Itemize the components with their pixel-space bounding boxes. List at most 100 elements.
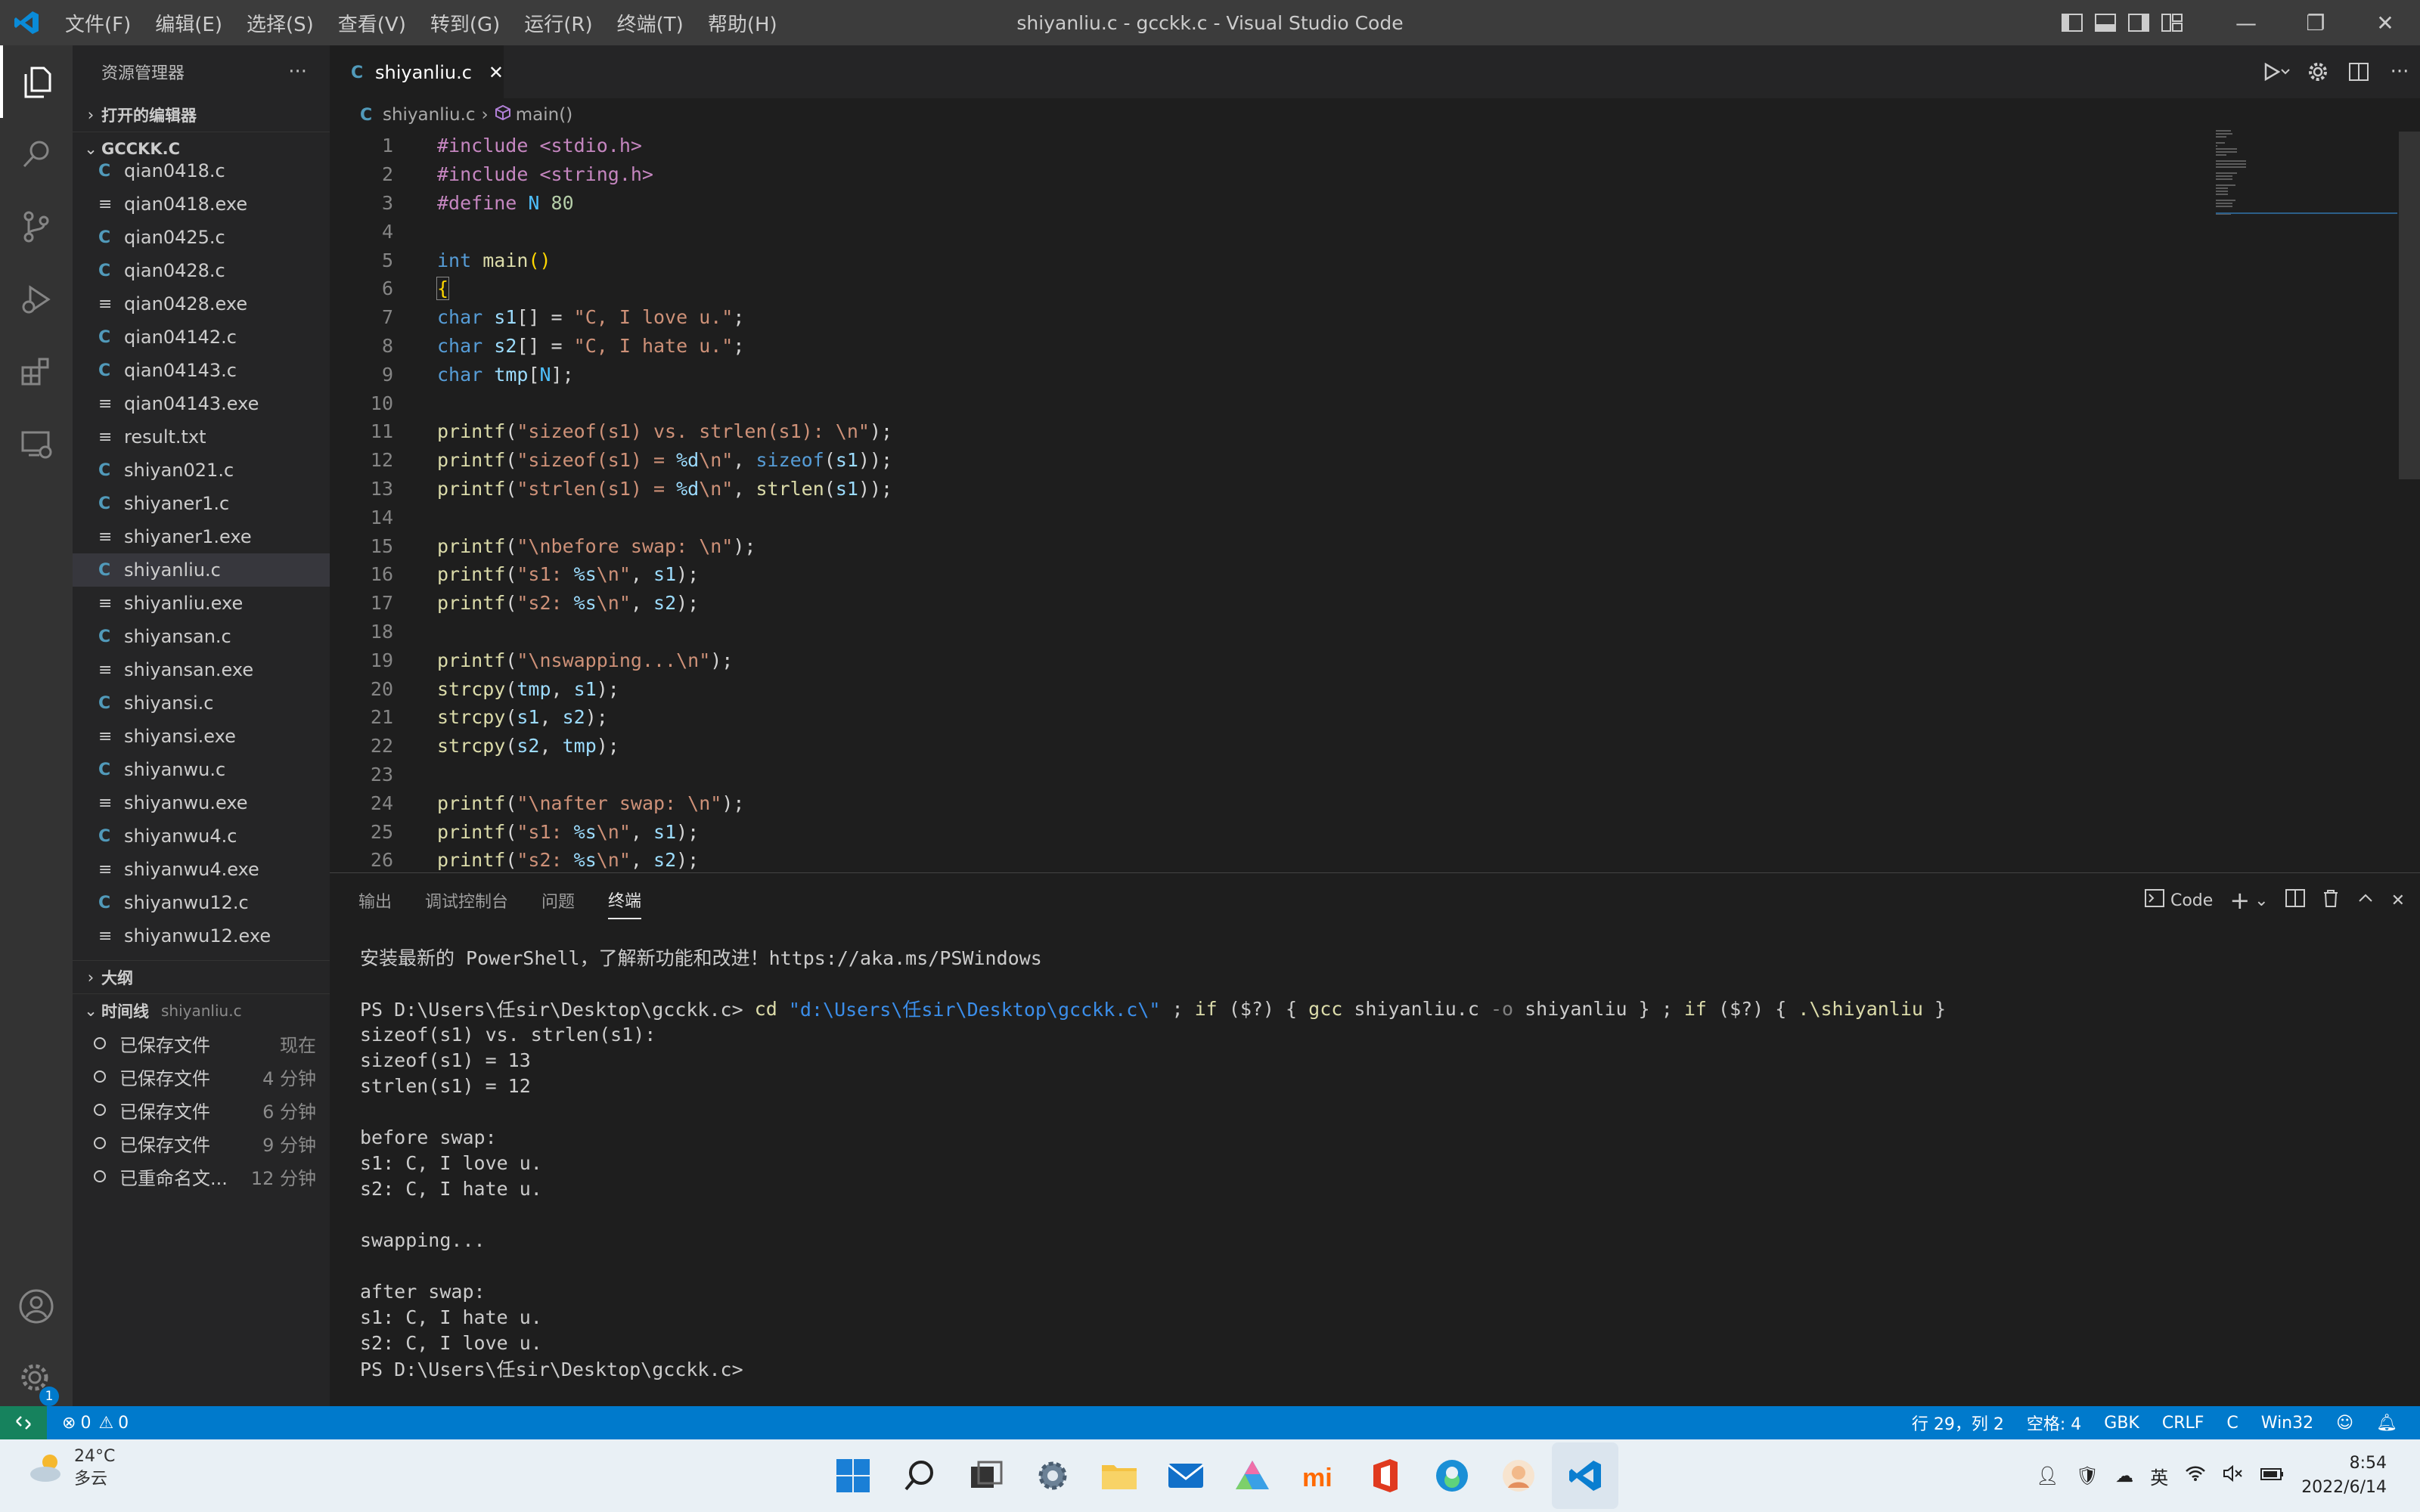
explorer-icon[interactable] <box>0 45 73 118</box>
timeline-item[interactable]: 已保存文件 现在 <box>73 1027 330 1060</box>
battery-icon[interactable] <box>2260 1465 2285 1486</box>
tab-output[interactable]: 输出 <box>358 882 392 919</box>
file-item[interactable]: Cqian0418.c <box>73 154 330 187</box>
toggle-secondary-sidebar-icon[interactable] <box>2122 0 2155 45</box>
file-item[interactable]: Cshiyanwu.c <box>73 753 330 786</box>
file-item[interactable]: ≡ shiyansan.exe <box>73 653 330 686</box>
menu-terminal[interactable]: 终端(T) <box>605 9 696 37</box>
user-app-icon[interactable] <box>1485 1442 1552 1509</box>
file-item[interactable]: ≡ shiyanwu4.exe <box>73 853 330 886</box>
more-actions-icon[interactable]: ··· <box>2379 60 2420 83</box>
remote-explorer-icon[interactable] <box>0 408 73 481</box>
terminal-name[interactable]: Code <box>2170 891 2213 910</box>
editor-scrollbar[interactable] <box>2399 132 2420 479</box>
file-item[interactable]: Cqian0428.c <box>73 254 330 287</box>
file-item[interactable]: ≡ shiyanliu.exe <box>73 587 330 620</box>
close-tab-icon[interactable]: ✕ <box>489 62 504 83</box>
edge-icon[interactable] <box>1419 1442 1485 1509</box>
extensions-icon[interactable] <box>0 336 73 408</box>
file-item[interactable]: Cshiyanwu4.c <box>73 820 330 853</box>
app-icon[interactable] <box>1219 1442 1286 1509</box>
file-item[interactable]: ≡ qian0428.exe <box>73 287 330 321</box>
file-item[interactable]: ≡ shiyanwu12.exe <box>73 919 330 953</box>
problems-status[interactable]: ⊗ 0 ⚠ 0 <box>62 1414 129 1433</box>
notifications-bell-icon[interactable]: 🔔︎ <box>2376 1414 2397 1433</box>
file-item[interactable]: Cshiyaner1.c <box>73 487 330 520</box>
terminal-dropdown-icon[interactable]: ⌄ <box>2254 891 2268 910</box>
timeline-item[interactable]: 已保存文件 9 分钟 <box>73 1126 330 1160</box>
feedback-icon[interactable]: ☺ <box>2336 1414 2353 1433</box>
language-mode[interactable]: C <box>2226 1414 2238 1433</box>
timeline-item[interactable]: 已保存文件 4 分钟 <box>73 1060 330 1093</box>
tray-app-icon[interactable]: 👤︎ <box>2036 1465 2059 1486</box>
file-item[interactable]: Cqian0425.c <box>73 221 330 254</box>
file-item[interactable]: ≡ qian0418.exe <box>73 187 330 221</box>
menu-help[interactable]: 帮助(H) <box>696 9 790 37</box>
security-icon[interactable]: 🛡︎ <box>2076 1465 2099 1486</box>
timeline-item[interactable]: 已保存文件 6 分钟 <box>73 1093 330 1126</box>
maximize-panel-icon[interactable] <box>2356 889 2375 912</box>
wifi-icon[interactable] <box>2185 1465 2206 1486</box>
new-terminal-icon[interactable]: + <box>2229 886 2250 915</box>
toggle-panel-icon[interactable] <box>2089 0 2122 45</box>
file-item[interactable]: Cqian04143.c <box>73 354 330 387</box>
close-panel-icon[interactable]: ✕ <box>2391 891 2405 910</box>
file-item[interactable]: ≡ shiyansi.exe <box>73 720 330 753</box>
volume-muted-icon[interactable] <box>2223 1464 2244 1487</box>
menu-file[interactable]: 文件(F) <box>53 9 143 37</box>
split-editor-icon[interactable] <box>2338 63 2379 81</box>
split-terminal-icon[interactable] <box>2285 889 2305 912</box>
settings-gear-icon[interactable] <box>2297 61 2338 82</box>
file-item[interactable]: Cqian04142.c <box>73 321 330 354</box>
file-item[interactable]: Cshiyansi.c <box>73 686 330 720</box>
breadcrumb-symbol[interactable]: main() <box>516 105 572 125</box>
menu-edit[interactable]: 编辑(E) <box>143 9 234 37</box>
menu-selection[interactable]: 选择(S) <box>234 9 326 37</box>
menu-view[interactable]: 查看(V) <box>326 9 418 37</box>
outline-section[interactable]: › 大纲 <box>73 960 330 993</box>
encoding[interactable]: GBK <box>2104 1414 2139 1433</box>
minimap[interactable] <box>2216 129 2397 219</box>
platform[interactable]: Win32 <box>2261 1414 2313 1433</box>
file-item[interactable]: ≡ result.txt <box>73 420 330 454</box>
terminal-output[interactable]: 安装最新的 PowerShell，了解新功能和改进！https://aka.ms… <box>330 928 2420 1381</box>
account-icon[interactable] <box>0 1270 73 1343</box>
menu-go[interactable]: 转到(G) <box>418 9 512 37</box>
file-item[interactable]: Cshiyan021.c <box>73 454 330 487</box>
run-code-icon[interactable] <box>2257 63 2297 81</box>
office-icon[interactable] <box>1352 1442 1419 1509</box>
file-explorer-icon[interactable] <box>1086 1442 1153 1509</box>
file-item[interactable]: ≡ shiyaner1.exe <box>73 520 330 553</box>
minimize-button[interactable]: — <box>2211 0 2281 45</box>
onedrive-cloud-icon[interactable]: ☁︎ <box>2115 1465 2133 1486</box>
more-actions-icon[interactable]: ··· <box>288 60 307 83</box>
search-icon[interactable] <box>886 1442 953 1509</box>
file-item[interactable]: ≡ shiyanwu.exe <box>73 786 330 820</box>
timeline-section[interactable]: ⌄ 时间线 shiyanliu.c <box>73 993 330 1027</box>
restore-button[interactable]: ❐ <box>2281 0 2350 45</box>
file-item[interactable]: Cshiyansan.c <box>73 620 330 653</box>
run-debug-icon[interactable] <box>0 263 73 336</box>
breadcrumb-file[interactable]: shiyanliu.c <box>383 105 476 125</box>
line-ending[interactable]: CRLF <box>2162 1414 2204 1433</box>
mail-icon[interactable] <box>1153 1442 1219 1509</box>
search-icon[interactable] <box>0 118 73 191</box>
tab-shiyanliu[interactable]: C shiyanliu.c ✕ <box>330 45 504 98</box>
close-button[interactable]: ✕ <box>2350 0 2420 45</box>
open-editors-section[interactable]: › 打开的编辑器 <box>73 98 330 132</box>
vscode-icon[interactable] <box>1552 1442 1618 1509</box>
xiaomi-icon[interactable]: mi <box>1286 1442 1352 1509</box>
code-editor[interactable]: 1 #include <stdio.h> 2 #include <string.h>… <box>330 132 2420 872</box>
windows-start-icon[interactable] <box>820 1442 886 1509</box>
settings-icon[interactable] <box>1019 1442 1086 1509</box>
task-view-icon[interactable] <box>953 1442 1019 1509</box>
file-item[interactable]: Cshiyanwu21.c <box>73 953 330 960</box>
toggle-sidebar-icon[interactable] <box>2055 0 2089 45</box>
file-item[interactable]: ≡ qian04143.exe <box>73 387 330 420</box>
manage-gear-icon[interactable]: 1 <box>0 1343 73 1415</box>
tab-terminal[interactable]: 终端 <box>608 881 642 919</box>
file-item[interactable]: Cshiyanliu.c <box>73 553 330 587</box>
trash-icon[interactable] <box>2322 888 2340 912</box>
cursor-position[interactable]: 行 29，列 2 <box>1912 1411 2004 1435</box>
weather-widget[interactable]: 24°C 多云 <box>27 1445 115 1491</box>
